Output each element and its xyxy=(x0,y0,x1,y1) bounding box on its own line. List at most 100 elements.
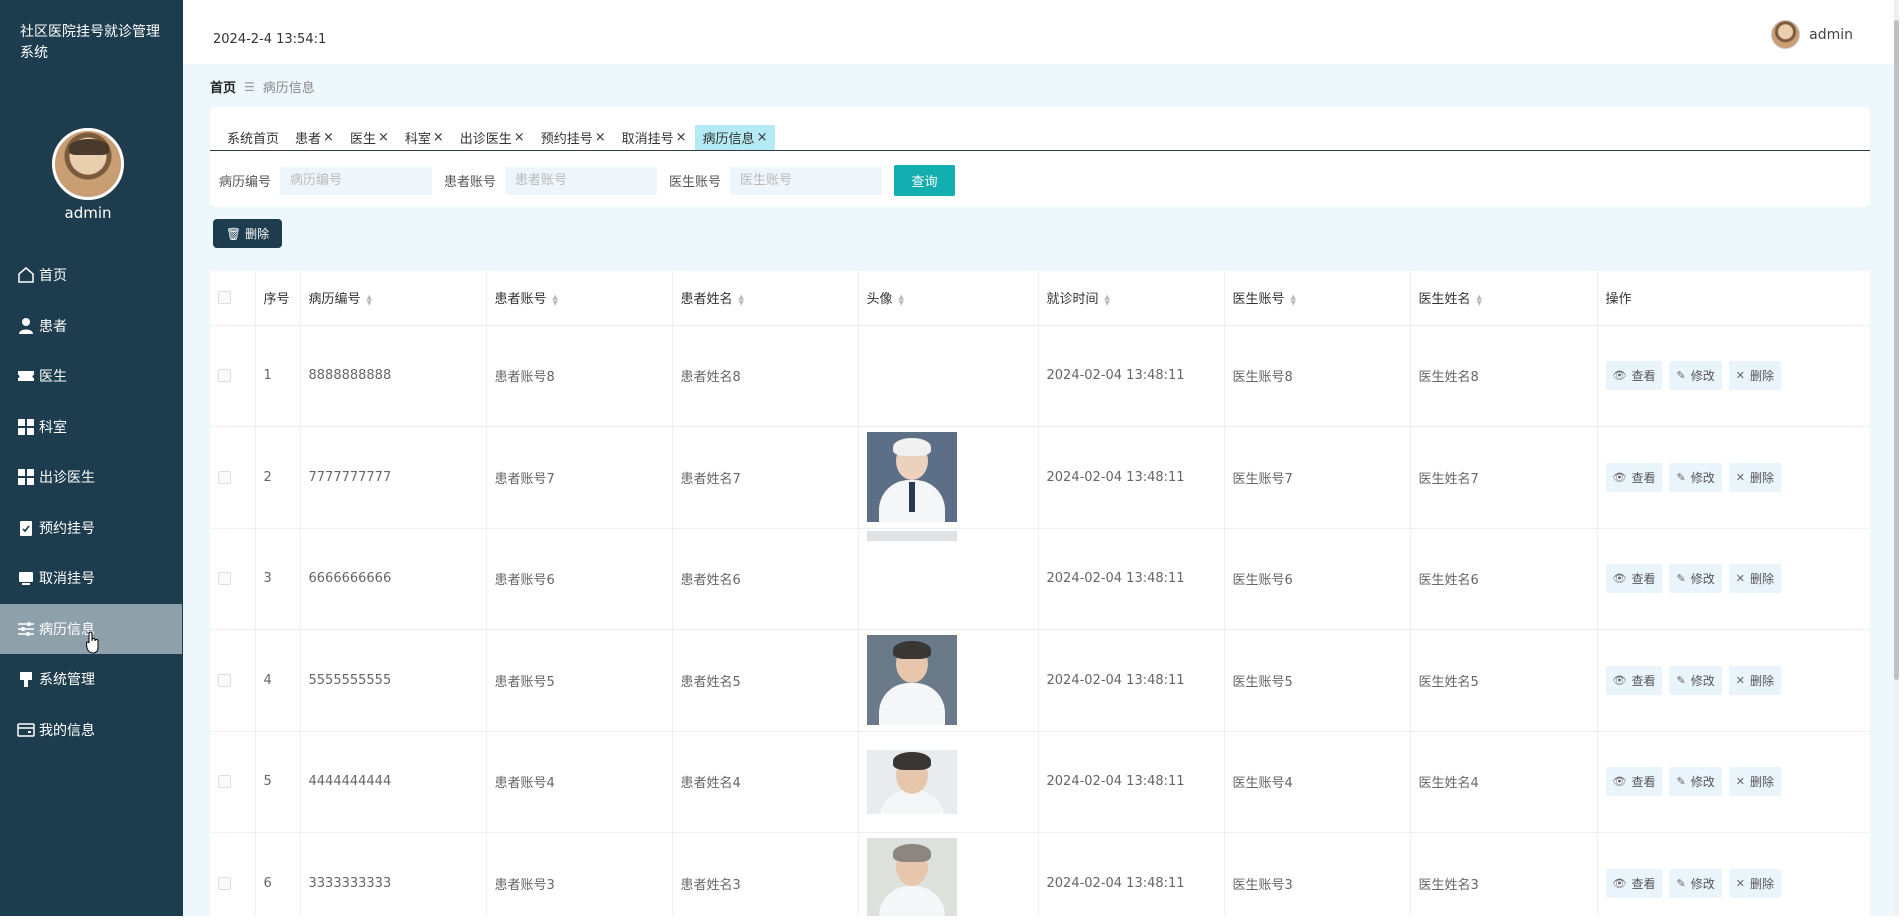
sort-icon[interactable]: ▲ ▼ xyxy=(553,293,558,306)
sort-icon[interactable]: ▲ ▼ xyxy=(1477,293,1482,306)
patient-account-input[interactable] xyxy=(505,166,658,195)
row-select-cell[interactable] xyxy=(210,629,256,732)
avatar[interactable] xyxy=(1771,20,1801,49)
doctor-photo[interactable] xyxy=(866,432,957,523)
close-icon[interactable]: × xyxy=(595,130,606,145)
edit-button[interactable]: ✎ 修改 xyxy=(1669,361,1722,391)
doctor-account-input[interactable] xyxy=(730,166,883,195)
sort-icon[interactable]: ▲ ▼ xyxy=(1105,293,1110,306)
patient-account-cell: 患者账号4 xyxy=(486,731,673,833)
view-button[interactable]: 👁 查看 xyxy=(1605,868,1663,898)
sidebar-item-system[interactable]: 系统管理 xyxy=(0,654,183,705)
doctor-account-cell: 医生账号8 xyxy=(1224,325,1411,427)
actions-cell: 👁 查看 ✎ 修改 ✕ 删除 xyxy=(1597,629,1870,732)
row-checkbox[interactable] xyxy=(218,876,231,890)
column-header[interactable]: 头像 ▲ ▼ xyxy=(858,271,1039,326)
sidebar-item-patient[interactable]: 患者 xyxy=(0,301,183,352)
column-header[interactable]: 患者账号 ▲ ▼ xyxy=(486,271,673,326)
view-label: 查看 xyxy=(1631,470,1656,485)
view-button[interactable]: 👁 查看 xyxy=(1605,462,1663,492)
sort-icon[interactable]: ▲ ▼ xyxy=(899,293,904,306)
view-button[interactable]: 👁 查看 xyxy=(1605,767,1663,797)
record-no-cell: 7777777777 xyxy=(300,426,487,529)
close-icon[interactable]: × xyxy=(378,130,389,145)
edit-button[interactable]: ✎ 修改 xyxy=(1669,462,1722,492)
tab-visiting-doctor[interactable]: 出诊医生 × xyxy=(452,125,533,150)
vertical-scrollbar[interactable] xyxy=(1894,0,1899,916)
column-header[interactable]: 就诊时间 ▲ ▼ xyxy=(1038,271,1225,326)
view-button[interactable]: 👁 查看 xyxy=(1605,564,1663,594)
scrollbar-thumb[interactable] xyxy=(1894,20,1899,680)
user-menu[interactable]: admin xyxy=(1771,20,1853,49)
index-cell: 2 xyxy=(255,426,301,529)
tab-cancel-appointment[interactable]: 取消挂号 × xyxy=(614,125,695,150)
doctor-photo[interactable] xyxy=(866,838,957,916)
sidebar-item-my-info[interactable]: 我的信息 xyxy=(0,705,183,756)
tab-bar: 系统首页 患者 × 医生 × 科室 × 出诊医生 × 预约挂号 × 取消挂号 × 病历信息 × xyxy=(210,125,1870,151)
sidebar-item-visiting-doctor[interactable]: 出诊医生 xyxy=(0,452,183,503)
row-checkbox[interactable] xyxy=(218,470,231,484)
sort-icon[interactable]: ▲ ▼ xyxy=(739,293,744,306)
edit-button[interactable]: ✎ 修改 xyxy=(1669,665,1722,695)
batch-delete-button[interactable]: 🗑 删除 xyxy=(213,219,282,248)
delete-button[interactable]: ✕ 删除 xyxy=(1728,564,1781,594)
view-button[interactable]: 👁 查看 xyxy=(1605,361,1663,391)
close-icon: ✕ xyxy=(1735,876,1745,890)
row-checkbox[interactable] xyxy=(218,673,231,687)
row-checkbox[interactable] xyxy=(218,369,231,383)
sidebar-item-home[interactable]: 首页 xyxy=(0,250,183,301)
close-icon[interactable]: × xyxy=(323,130,334,145)
doctor-photo[interactable] xyxy=(866,749,957,814)
row-select-cell[interactable] xyxy=(210,426,256,529)
tab-doctor[interactable]: 医生 × xyxy=(342,125,397,150)
close-icon[interactable]: × xyxy=(676,130,687,145)
menu-icon: ☰ xyxy=(244,79,255,94)
sidebar: 社区医院挂号就诊管理系统 admin 首页 患者 医生 科室 出诊医生 预约挂号 xyxy=(0,0,183,916)
tab-dashboard[interactable]: 系统首页 xyxy=(219,125,287,150)
doctor-account-cell: 医生账号5 xyxy=(1224,629,1411,732)
record-no-input[interactable] xyxy=(280,166,433,195)
sidebar-item-doctor[interactable]: 医生 xyxy=(0,351,183,402)
row-select-cell[interactable] xyxy=(210,731,256,833)
sidebar-item-department[interactable]: 科室 xyxy=(0,402,183,453)
column-header[interactable]: 患者姓名 ▲ ▼ xyxy=(672,271,859,326)
avatar[interactable] xyxy=(52,128,124,200)
tab-patient[interactable]: 患者 × xyxy=(287,125,342,150)
close-icon[interactable]: × xyxy=(757,130,768,145)
column-header[interactable]: 医生账号 ▲ ▼ xyxy=(1224,271,1411,326)
sidebar-item-cancel-appointment[interactable]: 取消挂号 xyxy=(0,553,183,604)
delete-button[interactable]: ✕ 删除 xyxy=(1728,868,1781,898)
search-button[interactable]: 查询 xyxy=(894,165,956,196)
edit-button[interactable]: ✎ 修改 xyxy=(1669,767,1722,797)
column-header[interactable]: 病历编号 ▲ ▼ xyxy=(300,271,487,326)
select-all-checkbox[interactable] xyxy=(218,291,231,305)
row-select-cell[interactable] xyxy=(210,832,256,916)
sort-icon[interactable]: ▲ ▼ xyxy=(367,293,372,306)
delete-button[interactable]: ✕ 删除 xyxy=(1728,665,1781,695)
close-icon[interactable]: × xyxy=(433,130,444,145)
close-icon: ✕ xyxy=(1735,470,1745,484)
tab-appointment[interactable]: 预约挂号 × xyxy=(533,125,614,150)
delete-button[interactable]: ✕ 删除 xyxy=(1728,361,1781,391)
doctor-photo[interactable] xyxy=(866,530,957,541)
delete-button[interactable]: ✕ 删除 xyxy=(1728,767,1781,797)
delete-button[interactable]: ✕ 删除 xyxy=(1728,462,1781,492)
row-select-cell[interactable] xyxy=(210,528,256,630)
column-header[interactable]: 医生姓名 ▲ ▼ xyxy=(1410,271,1598,326)
row-checkbox[interactable] xyxy=(218,572,231,586)
row-select-cell[interactable] xyxy=(210,325,256,427)
select-all-cell[interactable] xyxy=(210,271,256,326)
breadcrumb-home[interactable]: 首页 xyxy=(210,77,236,96)
tab-medical-records[interactable]: 病历信息 × xyxy=(694,125,776,150)
close-icon[interactable]: × xyxy=(514,130,525,145)
edit-button[interactable]: ✎ 修改 xyxy=(1669,564,1722,594)
tab-label: 科室 xyxy=(404,132,431,147)
sort-icon[interactable]: ▲ ▼ xyxy=(1291,293,1296,306)
view-button[interactable]: 👁 查看 xyxy=(1605,665,1663,695)
table-row: 3 6666666666 患者账号6 患者姓名6 2024-02-04 13:4… xyxy=(210,528,1870,630)
tab-department[interactable]: 科室 × xyxy=(397,125,452,150)
edit-button[interactable]: ✎ 修改 xyxy=(1669,868,1722,898)
row-checkbox[interactable] xyxy=(218,775,231,789)
doctor-photo[interactable] xyxy=(866,635,957,726)
sidebar-item-appointment[interactable]: 预约挂号 xyxy=(0,503,183,554)
